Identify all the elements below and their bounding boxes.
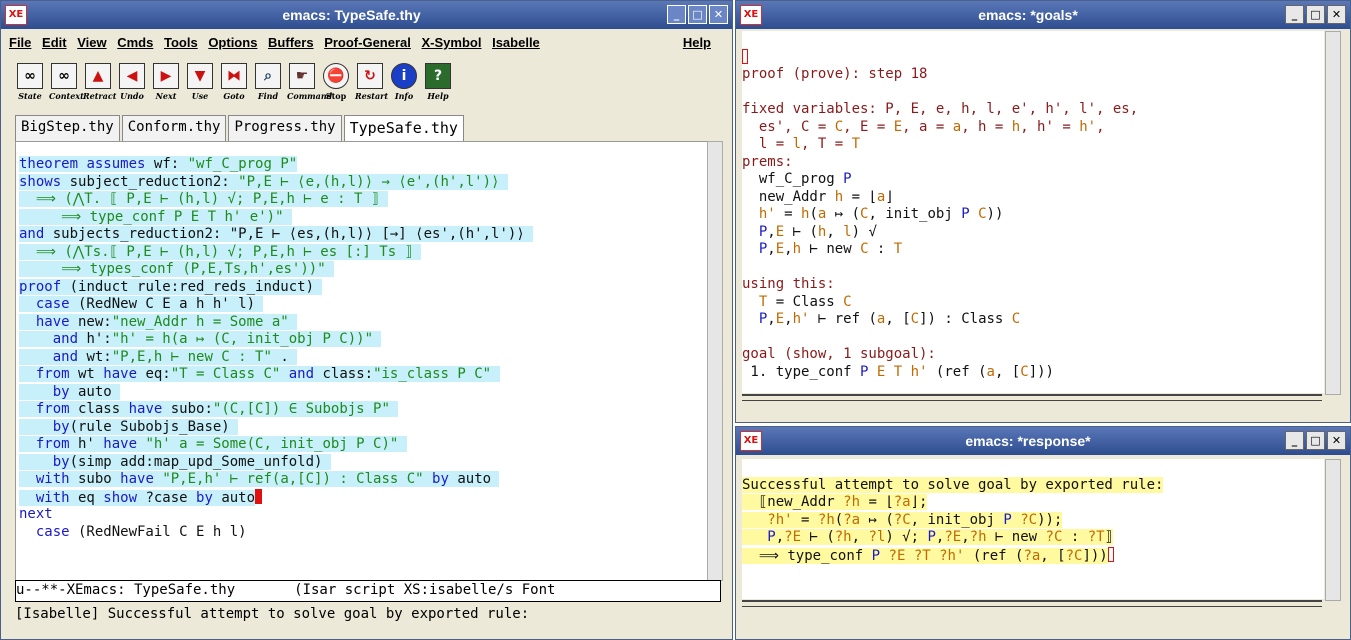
toolbar-use-button[interactable]: ▼ Use <box>185 63 215 107</box>
close-icon[interactable]: ✕ <box>1327 431 1346 450</box>
help-icon: ? <box>425 63 451 89</box>
menu-tools[interactable]: Tools <box>164 35 198 50</box>
toolbar-next-button[interactable]: ▶ Next <box>151 63 181 107</box>
toolbar-find-button[interactable]: ⌕ Find <box>253 63 283 107</box>
menu-cmds[interactable]: Cmds <box>117 35 153 50</box>
editor-scrollbar[interactable] <box>707 141 723 581</box>
close-icon[interactable]: ✕ <box>709 5 728 24</box>
toolbar-restart-button[interactable]: ↻ Restart <box>355 63 388 107</box>
toolbar-state-button[interactable]: ∞ State <box>15 63 45 107</box>
response-scrollbar[interactable] <box>1325 459 1341 601</box>
toolbar-undo-button[interactable]: ◀ Undo <box>117 63 147 107</box>
tab-bigstep[interactable]: BigStep.thy <box>15 115 120 141</box>
goals-titlebar[interactable]: XE emacs: *goals* _ □ ✕ <box>736 1 1350 29</box>
mode-line: u--**-XEmacs: TypeSafe.thy (Isar script … <box>15 580 721 602</box>
undo-icon: ◀ <box>119 63 145 89</box>
goals-modeline <box>742 394 1322 401</box>
menu-edit[interactable]: Edit <box>42 35 67 50</box>
stop-icon: ⛔ <box>323 63 349 89</box>
response-modeline <box>742 600 1322 607</box>
use-icon: ▼ <box>187 63 213 89</box>
menu-file[interactable]: File <box>9 35 31 50</box>
goals-step: proof (prove): step 18 <box>742 66 928 82</box>
xemacs-icon: XE <box>740 431 762 451</box>
xemacs-icon: XE <box>740 5 762 25</box>
minimize-icon[interactable]: _ <box>1285 5 1304 24</box>
state-icon: ∞ <box>17 63 43 89</box>
toolbar-context-button[interactable]: ∞ Context <box>49 63 84 107</box>
toolbar-retract-button[interactable]: ▲ Retract <box>83 63 116 107</box>
goals-pane[interactable]: proof (prove): step 18 fixed variables: … <box>742 31 1324 393</box>
goals-window-title: emacs: *goals* <box>978 7 1078 23</box>
close-icon[interactable]: ✕ <box>1327 5 1346 24</box>
response-message: Successful attempt to solve goal by expo… <box>742 476 1164 493</box>
response-window: XE emacs: *response* _ □ ✕ Successful at… <box>735 426 1351 640</box>
menu-proof-general[interactable]: Proof-General <box>324 35 411 50</box>
toolbar-info-button[interactable]: i Info <box>389 63 419 107</box>
next-icon: ▶ <box>153 63 179 89</box>
tab-typesafe[interactable]: TypeSafe.thy <box>343 115 464 143</box>
command-icon: ☛ <box>289 63 315 89</box>
goto-icon: ⧓ <box>221 63 247 89</box>
maximize-icon[interactable]: □ <box>1306 431 1325 450</box>
toolbar-goto-button[interactable]: ⧓ Goto <box>219 63 249 107</box>
restart-icon: ↻ <box>357 63 383 89</box>
response-cursor <box>1107 546 1114 562</box>
menu-options[interactable]: Options <box>208 35 257 50</box>
maximize-icon[interactable]: □ <box>1306 5 1325 24</box>
retract-icon: ▲ <box>85 63 111 89</box>
goals-window: XE emacs: *goals* _ □ ✕ proof (prove): s… <box>735 0 1351 423</box>
main-window-title: emacs: TypeSafe.thy <box>282 7 421 23</box>
info-icon: i <box>391 63 417 89</box>
minimize-icon[interactable]: _ <box>1285 431 1304 450</box>
main-titlebar[interactable]: XE emacs: TypeSafe.thy _ □ ✕ <box>1 1 732 29</box>
minimize-icon[interactable]: _ <box>667 5 686 24</box>
goals-scrollbar[interactable] <box>1325 31 1341 395</box>
find-icon: ⌕ <box>255 63 281 89</box>
menu-isabelle[interactable]: Isabelle <box>492 35 540 50</box>
maximize-icon[interactable]: □ <box>688 5 707 24</box>
tab-conform[interactable]: Conform.thy <box>121 115 227 141</box>
main-window: XE emacs: TypeSafe.thy _ □ ✕ File Edit V… <box>0 0 733 640</box>
context-icon: ∞ <box>51 63 77 89</box>
toolbar-stop-button[interactable]: ⛔ Stop <box>321 63 351 107</box>
proof-script-text: theorem assumes wf: "wf_C_prog P" shows s… <box>19 156 534 540</box>
menu-bar: File Edit View Cmds Tools Options Buffer… <box>9 35 724 57</box>
text-cursor <box>255 488 263 504</box>
xemacs-icon: XE <box>5 5 27 25</box>
tab-progress[interactable]: Progress.thy <box>228 115 342 141</box>
goals-cursor <box>742 48 748 64</box>
menu-buffers[interactable]: Buffers <box>268 35 314 50</box>
response-titlebar[interactable]: XE emacs: *response* _ □ ✕ <box>736 427 1350 455</box>
response-pane[interactable]: Successful attempt to solve goal by expo… <box>742 459 1324 599</box>
toolbar: ∞ State ∞ Context ▲ Retract ◀ Undo ▶ Next ▼ Us… <box>15 63 453 107</box>
response-window-title: emacs: *response* <box>965 433 1091 449</box>
echo-area: [Isabelle] Successful attempt to solve g… <box>15 606 530 622</box>
toolbar-help-button[interactable]: ? Help <box>423 63 453 107</box>
buffer-tabs: BigStep.thy Conform.thy Progress.thy Typ… <box>15 115 466 143</box>
menu-help[interactable]: Help <box>683 35 711 50</box>
menu-view[interactable]: View <box>77 35 106 50</box>
proof-script-editor[interactable]: theorem assumes wf: "wf_C_prog P" shows s… <box>15 141 708 581</box>
toolbar-command-button[interactable]: ☛ Command <box>287 63 332 107</box>
menu-x-symbol[interactable]: X-Symbol <box>422 35 482 50</box>
